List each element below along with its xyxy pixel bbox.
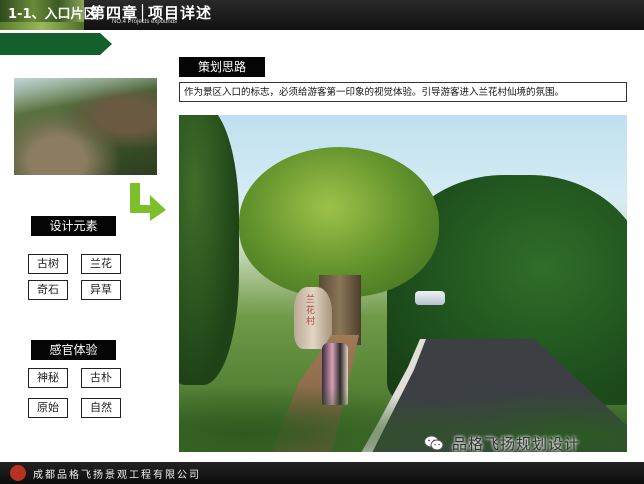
watermark-text: 品格飞扬规划设计 xyxy=(452,435,581,453)
left-tree xyxy=(179,115,239,385)
site-photo xyxy=(14,78,157,175)
entrance-rendering: 兰花村 xyxy=(179,115,627,452)
chapter-subtitle: NO.4 Projects expounds xyxy=(112,19,178,25)
design-element-item: 兰花 xyxy=(81,254,121,274)
design-elements-heading: 设计元素 xyxy=(31,216,116,236)
design-element-item: 古树 xyxy=(28,254,68,274)
company-name: 成都品格飞扬景观工程有限公司 xyxy=(33,470,201,481)
tour-bus xyxy=(415,291,445,305)
section-label: 1-1、入口片区 xyxy=(8,7,97,22)
strategy-heading: 策划思路 xyxy=(179,57,265,77)
company-logo-icon xyxy=(10,465,26,481)
sensory-item: 自然 xyxy=(81,398,121,418)
sensory-item: 古朴 xyxy=(81,368,121,388)
design-element-item: 奇石 xyxy=(28,280,68,300)
sensory-item: 原始 xyxy=(28,398,68,418)
sensory-experience-heading: 感官体验 xyxy=(31,340,116,360)
arrow-right-icon xyxy=(130,183,166,221)
section-tab xyxy=(0,33,112,55)
stone-carving-text: 兰花村 xyxy=(306,295,316,327)
wechat-icon xyxy=(424,435,444,451)
strategy-description: 作为景区入口的标志，必须给游客第一印象的视觉体验。引导游客进入兰花村仙境的氛围。 xyxy=(179,82,627,102)
sensory-item: 神秘 xyxy=(28,368,68,388)
design-element-item: 异草 xyxy=(81,280,121,300)
footer-bar: 成都品格飞扬景观工程有限公司 xyxy=(0,462,644,484)
